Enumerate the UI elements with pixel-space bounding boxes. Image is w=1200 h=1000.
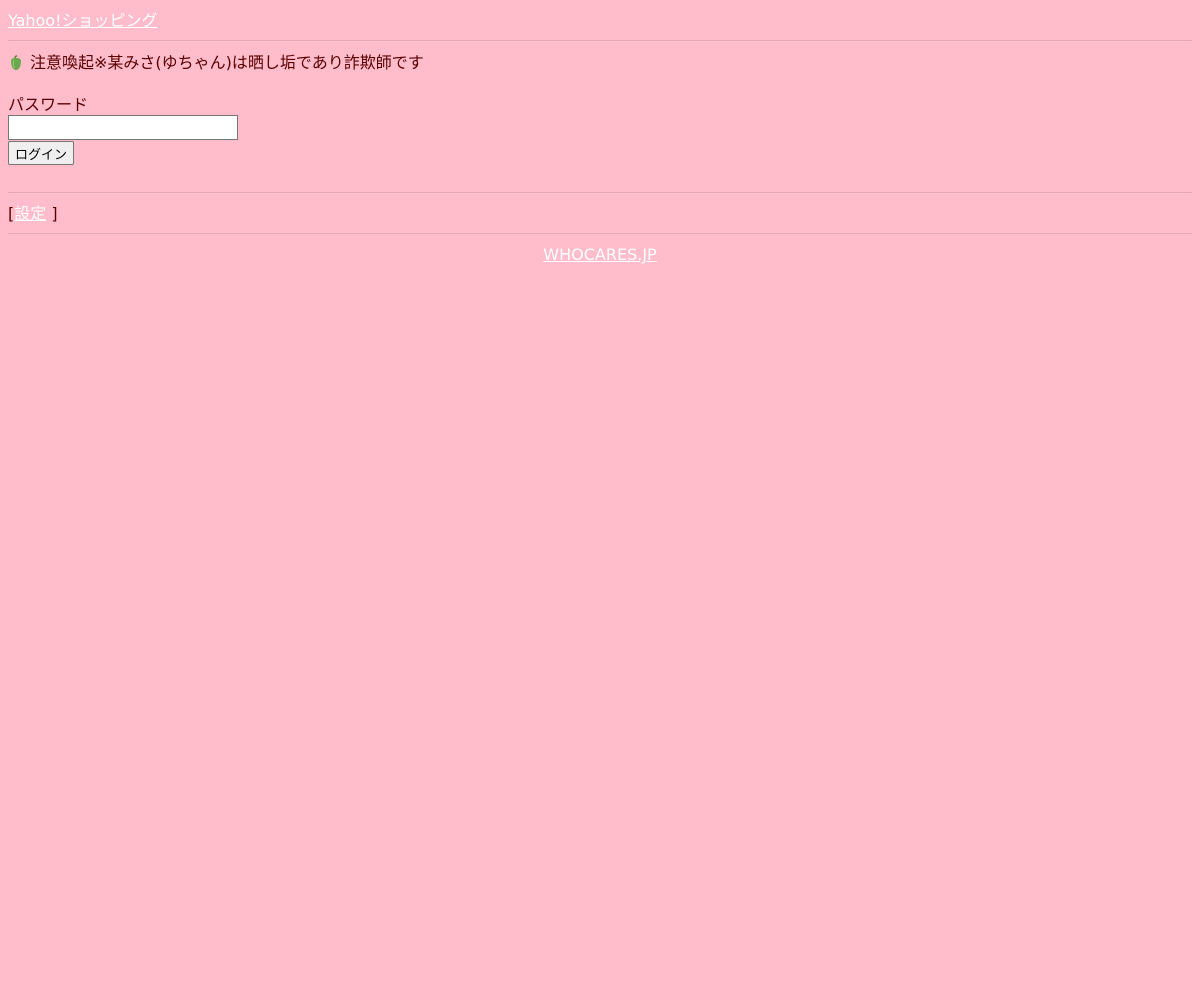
settings-row: [設定 ]: [8, 204, 1192, 224]
green-pepper-icon: [11, 55, 21, 70]
login-form: パスワード ログイン: [8, 95, 1192, 165]
divider: [8, 40, 1192, 41]
divider: [8, 192, 1192, 193]
yahoo-shopping-link[interactable]: Yahoo!ショッピング: [8, 11, 158, 30]
password-label: パスワード: [8, 95, 89, 114]
whocares-link[interactable]: WHOCARES.JP: [543, 245, 656, 264]
notice: 注意喚起※某みさ(ゆちゃん)は晒し垢であり詐欺師です: [8, 53, 1192, 73]
header: Yahoo!ショッピング: [8, 9, 1192, 33]
password-input[interactable]: [8, 115, 238, 140]
settings-close-bracket: ]: [46, 204, 58, 223]
divider: [8, 233, 1192, 234]
page: Yahoo!ショッピング 注意喚起※某みさ(ゆちゃん)は晒し垢であり詐欺師です …: [0, 0, 1200, 265]
footer: WHOCARES.JP: [8, 245, 1192, 265]
notice-text: 注意喚起※某みさ(ゆちゃん)は晒し垢であり詐欺師です: [30, 53, 424, 72]
settings-link[interactable]: 設定: [14, 204, 46, 223]
login-button[interactable]: ログイン: [8, 141, 75, 165]
